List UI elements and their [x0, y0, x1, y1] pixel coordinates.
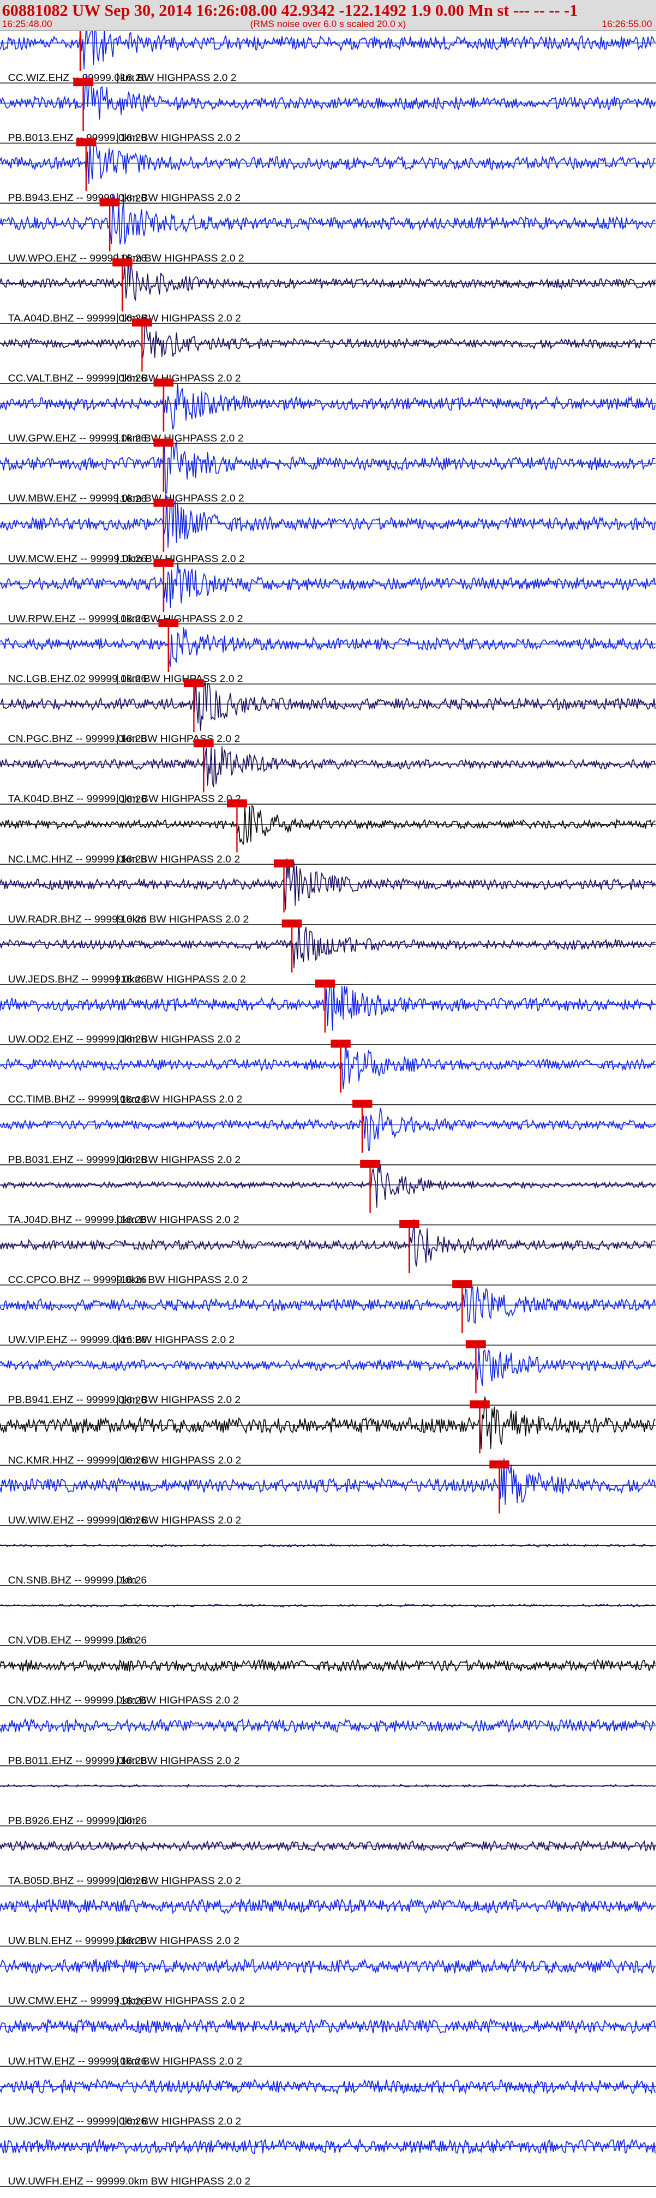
time-tick-label: 16:26 — [120, 793, 146, 805]
pick-flag — [153, 498, 174, 507]
waveform-trace — [0, 678, 656, 731]
pick-flag — [193, 739, 214, 748]
time-tick-label: 16:26 — [120, 613, 146, 625]
waveform-trace — [0, 1347, 656, 1387]
end-time: 16:26:55.00 — [601, 19, 652, 30]
pick-flag — [112, 258, 133, 267]
waveform-trace — [0, 31, 656, 70]
pick-flag — [153, 438, 174, 447]
pick-flag — [399, 1220, 420, 1228]
time-tick-label: 16:26 — [120, 1695, 146, 1707]
pick-flag — [360, 1159, 381, 1168]
waveform-trace — [0, 562, 656, 609]
time-tick-label: 16:26 — [120, 553, 146, 565]
pick-flag — [183, 679, 204, 688]
pick-flag — [153, 558, 174, 567]
waveform-trace — [0, 804, 656, 845]
station-label: PB.B926.EHZ -- 99999.0km — [8, 1815, 138, 1827]
time-tick-label: 16:26 — [120, 853, 146, 865]
time-tick-label: 16:26 — [120, 733, 146, 745]
time-tick-label: 16:26 — [120, 433, 146, 445]
time-tick-label: 16:26 — [120, 2055, 146, 2067]
pick-flag — [131, 318, 152, 327]
waveform-trace — [0, 627, 656, 667]
waveform-trace — [0, 438, 656, 495]
time-tick-label: 16:26 — [120, 1515, 146, 1527]
event-header: 60881082 UW Sep 30, 2014 16:26:08.00 42.… — [0, 0, 656, 31]
pick-flag — [76, 138, 97, 147]
time-tick-label: 16:26 — [120, 192, 146, 204]
pick-flag — [465, 1340, 486, 1349]
pick-flag — [73, 78, 94, 87]
time-tick-label: 16:26 — [120, 373, 146, 385]
pick-flag — [99, 198, 120, 207]
pick-flag — [158, 619, 179, 627]
pick-flag — [226, 799, 247, 808]
time-tick-label: 16:26 — [120, 1635, 146, 1647]
time-tick-label: 16:26 — [120, 1094, 146, 1106]
time-tick-label: 16:26 — [120, 914, 146, 926]
pick-flag — [281, 919, 302, 928]
time-tick-label: 16:26 — [120, 1815, 146, 1827]
pick-flag — [469, 1400, 490, 1409]
time-tick-label: 16:26 — [120, 1154, 146, 1166]
scaling-note: (RMS noise over 6.0 s scaled 20.0 x) — [250, 19, 406, 30]
waveform-trace — [0, 980, 656, 1031]
time-tick-label: 16:26 — [120, 673, 146, 685]
time-tick-label: 16:26 — [120, 974, 146, 986]
pick-flag — [153, 378, 174, 387]
time-tick-label: 16:26 — [120, 1034, 146, 1046]
pick-flag — [352, 1099, 373, 1108]
time-tick-label: 16:26 — [120, 1935, 146, 1947]
waveform-trace — [0, 1108, 656, 1151]
time-tick-label: 16:26 — [120, 1394, 146, 1406]
time-tick-label: 16:26 — [120, 1214, 146, 1226]
waveform-trace — [0, 383, 656, 430]
time-tick-label: 16:26 — [120, 1875, 146, 1887]
pick-flag — [330, 1039, 351, 1048]
time-tick-label: 16:26 — [120, 1334, 146, 1346]
time-tick-label: 16:26 — [120, 132, 146, 144]
waveform-trace — [0, 1219, 656, 1267]
pick-flag — [273, 859, 294, 868]
time-tick-label: 16:26 — [120, 1454, 146, 1466]
time-tick-label: 16:26 — [120, 1575, 146, 1587]
time-tick-label: 16:26 — [120, 2116, 146, 2128]
time-tick-label: 16:26 — [120, 1755, 146, 1767]
seismogram-plot: 16:26CC.WIZ.EHZ -- 99999.0km BW HIGHPASS… — [0, 31, 656, 2188]
waveform-trace — [0, 746, 656, 788]
waveform-trace — [0, 919, 656, 969]
event-title: 60881082 UW Sep 30, 2014 16:26:08.00 42.… — [2, 1, 578, 20]
time-tick-label: 16:26 — [120, 493, 146, 505]
time-tick-label: 16:26 — [120, 1274, 146, 1286]
pick-flag — [489, 1460, 510, 1469]
pick-flag — [452, 1280, 473, 1289]
waveform-trace — [0, 139, 656, 185]
pick-flag — [315, 979, 336, 988]
time-tick-label: 16:26 — [120, 1995, 146, 2007]
time-tick-label: 16:26 — [120, 72, 146, 84]
station-label: UW.UWFH.EHZ -- 99999.0km BW HIGHPASS 2.0… — [8, 2176, 251, 2188]
